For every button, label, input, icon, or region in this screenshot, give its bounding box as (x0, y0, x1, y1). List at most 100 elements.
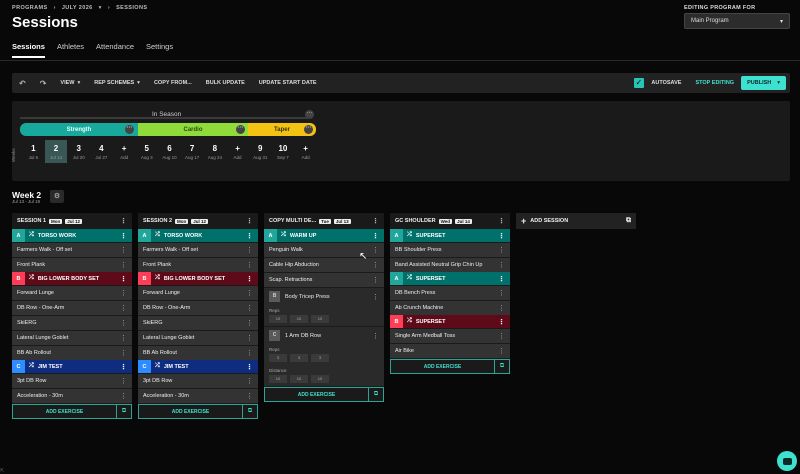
kebab-icon[interactable]: ⋮ (246, 363, 258, 371)
chevron-down-icon[interactable]: ▾ (99, 5, 102, 11)
kebab-icon[interactable]: ⋮ (120, 289, 127, 297)
tab-athletes[interactable]: Athletes (57, 42, 84, 58)
add-exercise-button[interactable]: ADD EXERCISE (265, 388, 368, 401)
exercise-row[interactable]: Front Plank ⋮ (138, 258, 258, 272)
kebab-icon[interactable]: ⋮ (246, 304, 253, 312)
exercise-row[interactable]: DB Row - One-Arm ⋮ (12, 301, 132, 315)
kebab-icon[interactable]: ⋮ (498, 347, 505, 355)
kebab-icon[interactable]: ⋮ (120, 377, 127, 385)
week-item[interactable]: 1 Jul 6 (22, 140, 45, 163)
kebab-icon[interactable]: ⋮ (246, 319, 253, 327)
exercise-row[interactable]: Air Bike ⋮ (390, 344, 510, 358)
exercise-group-header[interactable]: C ⤮ JIM TEST ⋮ (12, 360, 132, 373)
exercise-row[interactable]: DB Row - One-Arm ⋮ (138, 301, 258, 315)
kebab-icon[interactable]: ⋮ (372, 246, 379, 254)
kebab-icon[interactable]: ⋮ (498, 217, 505, 225)
shuffle-icon[interactable]: ⤮ (277, 232, 286, 239)
parameter-input[interactable]: 3 (269, 354, 287, 362)
exercise-group-header[interactable]: A ⤮ WARM UP ⋮ (264, 229, 384, 242)
add-week-button[interactable]: + Add (226, 140, 249, 163)
copy-icon[interactable]: ⧉ (368, 388, 383, 401)
week-item[interactable]: 6 Aug 10 (158, 140, 181, 163)
kebab-icon[interactable]: ⋮ (120, 217, 127, 225)
exercise-group-header[interactable]: A ⤮ TORSO WORK ⋮ (138, 229, 258, 242)
more-icon[interactable]: ··· (125, 125, 134, 134)
parameter-input[interactable]: 10 (269, 375, 287, 383)
week-item[interactable]: 10 Sep 7 (272, 140, 295, 163)
kebab-icon[interactable]: ⋮ (246, 217, 253, 225)
kebab-icon[interactable]: ⋮ (372, 232, 384, 240)
kebab-icon[interactable]: ⋮ (498, 289, 505, 297)
shuffle-icon[interactable]: ⤮ (25, 232, 34, 239)
phase-cardio[interactable]: Cardio ··· (138, 123, 248, 136)
parameter-input[interactable]: 3 (290, 354, 308, 362)
exercise-group-header[interactable]: B ⤮ BIG LOWER BODY SET ⋮ (12, 272, 132, 285)
exercise-group-header[interactable]: A ⤮ SUPERSET ⋮ (390, 229, 510, 242)
exercise-row[interactable]: Forward Lunge ⋮ (12, 286, 132, 300)
more-icon[interactable]: ··· (304, 125, 313, 134)
exercise-block[interactable]: B Body Tricep Press ⋮ Reps 10 10 10 (264, 288, 384, 326)
exercise-row[interactable]: 3pt DB Row ⋮ (138, 374, 258, 388)
exercise-row[interactable]: Band Assisted Neutral Grip Chin Up ⋮ (390, 258, 510, 272)
exercise-group-header[interactable]: B ⤮ BIG LOWER BODY SET ⋮ (138, 272, 258, 285)
kebab-icon[interactable]: ⋮ (498, 332, 505, 340)
kebab-icon[interactable]: ⋮ (120, 363, 132, 371)
program-select[interactable]: Main Program ▾ (684, 13, 790, 29)
parameter-input[interactable]: 3 (311, 354, 329, 362)
parameter-input[interactable]: 10 (311, 315, 329, 323)
exercise-group-header[interactable]: C ⤮ JIM TEST ⋮ (138, 360, 258, 373)
more-icon[interactable]: ··· (236, 125, 245, 134)
kebab-icon[interactable]: ⋮ (120, 261, 127, 269)
kebab-icon[interactable]: ⋮ (498, 232, 510, 240)
exercise-row[interactable]: Forward Lunge ⋮ (138, 286, 258, 300)
undo-icon[interactable]: ↶ (12, 79, 33, 88)
kebab-icon[interactable]: ⋮ (246, 392, 253, 400)
exercise-group-header[interactable]: A ⤮ TORSO WORK ⋮ (12, 229, 132, 242)
copy-icon[interactable]: ⧉ (242, 405, 257, 418)
kebab-icon[interactable]: ⋮ (120, 392, 127, 400)
shuffle-icon[interactable]: ⤮ (25, 363, 34, 370)
shuffle-icon[interactable]: ⤮ (151, 232, 160, 239)
add-week-button[interactable]: + Add (294, 140, 317, 163)
kebab-icon[interactable]: ⋮ (372, 293, 379, 301)
exercise-row[interactable]: Acceleration - 30m ⋮ (138, 389, 258, 403)
kebab-icon[interactable]: ⋮ (372, 217, 379, 225)
exercise-row[interactable]: SkiERG ⋮ (138, 316, 258, 330)
exercise-row[interactable]: Ab Crunch Machine ⋮ (390, 301, 510, 315)
shuffle-icon[interactable]: ⤮ (403, 318, 412, 325)
parameter-input[interactable]: 10 (290, 375, 308, 383)
kebab-icon[interactable]: ⋮ (372, 332, 379, 340)
week-item[interactable]: 3 Jul 20 (67, 140, 90, 163)
shuffle-icon[interactable]: ⤮ (403, 275, 412, 282)
phase-strength[interactable]: Strength ··· (20, 123, 138, 136)
kebab-icon[interactable]: ⋮ (120, 275, 132, 283)
exercise-row[interactable]: Front Plank ⋮ (12, 258, 132, 272)
kebab-icon[interactable]: ⋮ (246, 275, 258, 283)
kebab-icon[interactable]: ⋮ (246, 334, 253, 342)
breadcrumb-month[interactable]: JULY 2026 (62, 5, 93, 11)
kebab-icon[interactable]: ⋮ (120, 246, 127, 254)
exercise-row[interactable]: Farmers Walk - Off set ⋮ (12, 243, 132, 257)
session-header[interactable]: GC SHOULDER Wed Jul 14 ⋮ (390, 213, 510, 229)
exercise-group-header[interactable]: B ⤮ SUPERSET ⋮ (390, 315, 510, 328)
exercise-row[interactable]: Lateral Lunge Goblet ⋮ (138, 331, 258, 345)
add-week-button[interactable]: + Add (113, 140, 136, 163)
publish-button[interactable]: PUBLISH ▾ (741, 76, 786, 90)
exercise-block[interactable]: C1 Arm DB Row ⋮ Reps 3 3 3 Distance 10 10 10 (264, 327, 384, 386)
chevron-down-icon[interactable]: ▾ (777, 80, 780, 86)
kebab-icon[interactable]: ⋮ (498, 246, 505, 254)
kebab-icon[interactable]: ⋮ (372, 261, 379, 269)
parameter-input[interactable]: 10 (311, 375, 329, 383)
exercise-row[interactable]: SkiERG ⋮ (12, 316, 132, 330)
chat-button[interactable] (777, 451, 797, 471)
exercise-row[interactable]: Single Arm Medball Toss ⋮ (390, 329, 510, 343)
exercise-row[interactable]: Farmers Walk - Off set ⋮ (138, 243, 258, 257)
kebab-icon[interactable]: ⋮ (246, 232, 258, 240)
kebab-icon[interactable]: ⋮ (120, 349, 127, 357)
exercise-row[interactable]: DB Bench Press ⋮ (390, 286, 510, 300)
exercise-row[interactable]: Scap. Retractions ⋮ (264, 273, 384, 287)
kebab-icon[interactable]: ⋮ (498, 275, 510, 283)
copy-from-button[interactable]: COPY FROM... (147, 80, 199, 86)
gear-icon[interactable]: ⚙ (50, 190, 64, 203)
breadcrumb-programs[interactable]: PROGRAMS (12, 5, 48, 11)
